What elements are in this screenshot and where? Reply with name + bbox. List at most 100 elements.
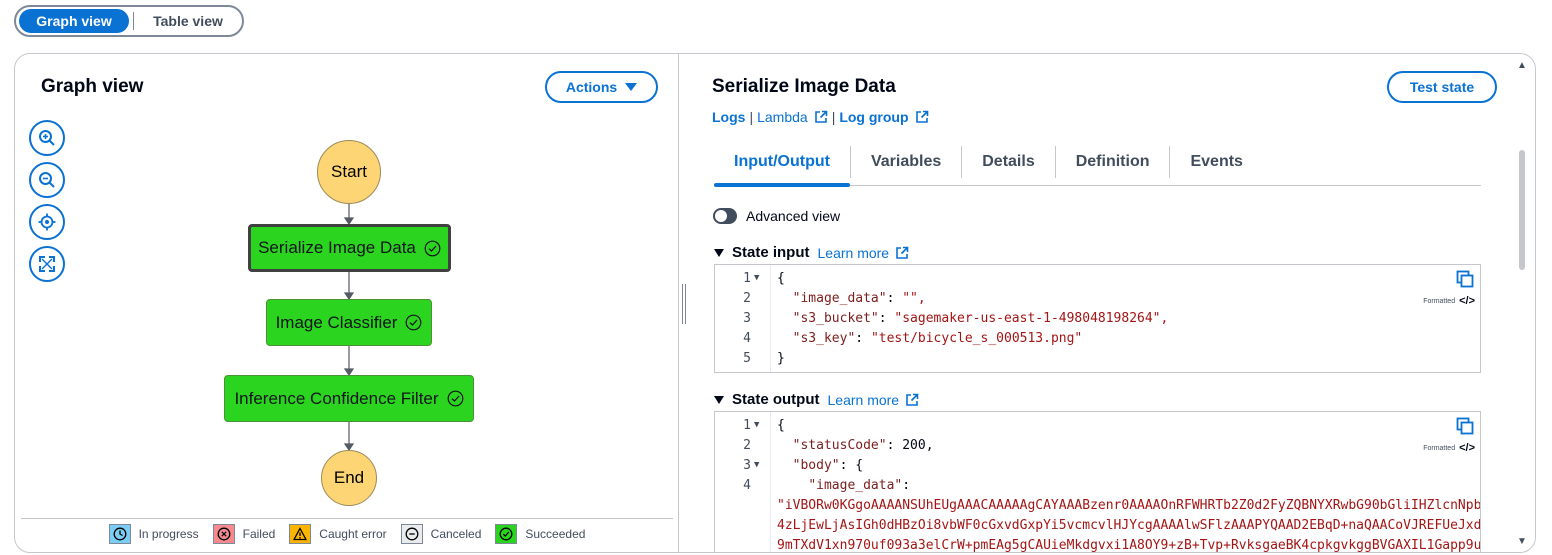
check-circle-icon [447, 390, 463, 407]
fold-icon[interactable]: ▼ [754, 420, 759, 430]
json-key: "s3_key" [792, 331, 856, 346]
logs-link[interactable]: Logs [712, 109, 745, 125]
graph-panel: Graph view Actions Start Serialize Image… [15, 54, 679, 552]
toggle-divider [133, 12, 134, 30]
resize-handle-icon[interactable] [681, 284, 687, 324]
caret-down-icon [714, 248, 724, 257]
legend-label: Failed [242, 527, 276, 541]
formatted-label: Formatted [1423, 444, 1456, 452]
state-input-heading: State input [732, 244, 810, 261]
lambda-link[interactable]: Lambda [757, 109, 828, 125]
end-node[interactable]: End [321, 450, 377, 506]
fold-icon[interactable]: ▼ [754, 460, 759, 470]
learn-more-link[interactable]: Learn more [828, 392, 920, 408]
json-value: "test/bicycle_s_000513.png" [870, 331, 1083, 346]
line-number: 3 [743, 311, 751, 326]
external-link-icon [915, 110, 928, 123]
copy-icon[interactable] [1456, 417, 1474, 435]
json-value: 200, [902, 438, 934, 453]
test-state-button[interactable]: Test state [1387, 71, 1497, 103]
state-output-code[interactable]: 1 ▼ { 2 "statusCode": 200, 3 ▼ "body": { 4… [714, 411, 1481, 552]
state-title: Serialize Image Data [712, 76, 896, 97]
code-line: "body": { [792, 458, 864, 473]
check-circle-icon [424, 240, 441, 256]
json-key: "image_data" [792, 291, 887, 306]
log-group-link-label: Log group [839, 109, 909, 125]
legend-canceled: Canceled [400, 524, 482, 544]
json-brace: { [855, 458, 864, 473]
legend-in-progress: In progress [108, 524, 199, 544]
learn-more-label: Learn more [817, 244, 890, 261]
json-value: "", [902, 291, 926, 306]
view-toggle: Graph view Table view [14, 5, 244, 37]
json-value: "sagemaker-us-east-1-498048198264", [894, 311, 1169, 326]
state-input-code[interactable]: 1 ▼ { 2 "image_data": "", 3 "s3_bucket": … [714, 264, 1481, 373]
line-number: 1 [743, 418, 751, 433]
link-separator: | [831, 109, 836, 125]
state-output-header[interactable]: State output Learn more [714, 391, 919, 408]
line-number: 2 [743, 291, 751, 306]
execution-panel: Graph view Actions Start Serialize Image… [14, 53, 1536, 553]
json-key: "s3_bucket" [792, 311, 879, 326]
copy-icon[interactable] [1456, 270, 1474, 288]
inference-confidence-filter-node[interactable]: Inference Confidence Filter [224, 375, 474, 422]
code-line: "s3_bucket": "sagemaker-us-east-1-498048… [792, 311, 1169, 326]
state-input-header[interactable]: State input Learn more [714, 244, 909, 261]
legend-failed: Failed [212, 524, 276, 544]
resource-links: Logs | Lambda | Log group [712, 109, 929, 125]
start-node[interactable]: Start [317, 140, 381, 204]
json-key: "statusCode" [792, 438, 887, 453]
code-line: "image_data": "", [792, 291, 926, 306]
advanced-view-toggle[interactable] [713, 208, 737, 224]
line-number: 4 [743, 331, 751, 346]
tab-events[interactable]: Events [1169, 145, 1262, 178]
code-line: { [777, 418, 785, 433]
scrollbar-thumb[interactable] [1519, 150, 1525, 270]
link-separator: | [749, 109, 754, 125]
external-link-icon [896, 246, 909, 259]
tab-input-output[interactable]: Input/Output [714, 146, 850, 187]
check-circle-icon [495, 524, 518, 544]
code-line: "image_data": [808, 478, 911, 493]
legend-succeeded: Succeeded [495, 524, 585, 544]
scroll-down-icon[interactable]: ▼ [1517, 536, 1527, 547]
graph-view-button[interactable]: Graph view [19, 9, 129, 33]
json-key: "body" [792, 458, 840, 473]
serialize-image-data-node[interactable]: Serialize Image Data [248, 224, 451, 272]
formatted-label: Formatted [1423, 297, 1456, 305]
legend-label: Canceled [430, 527, 482, 541]
x-circle-icon [212, 524, 235, 544]
line-number: 3 [743, 458, 751, 473]
caret-down-icon [714, 395, 724, 404]
scroll-up-icon[interactable]: ▲ [1517, 60, 1527, 71]
format-toggle[interactable]: Formatted </> [1423, 442, 1475, 454]
fold-icon[interactable]: ▼ [754, 273, 759, 283]
tab-variables[interactable]: Variables [849, 145, 961, 178]
tab-details[interactable]: Details [961, 145, 1054, 178]
code-line: } [777, 351, 785, 366]
status-legend: In progress Failed Caught error Canceled… [15, 523, 679, 545]
learn-more-link[interactable]: Learn more [818, 245, 910, 261]
external-link-icon [906, 393, 919, 406]
minus-circle-icon [400, 524, 423, 544]
state-output-heading: State output [732, 391, 820, 408]
code-line: "statusCode": 200, [792, 438, 934, 453]
legend-caught-error: Caught error [289, 524, 387, 544]
code-line-wrapped: 4zLjEwLjAsIGh0dHBzOi8vbWF0cGxvdGxpYi5vcm… [777, 518, 1481, 533]
tab-definition[interactable]: Definition [1054, 145, 1170, 178]
log-group-link[interactable]: Log group [839, 109, 928, 125]
json-key: "image_data" [808, 478, 903, 493]
panel-divider [678, 54, 679, 552]
legend-label: Caught error [319, 527, 387, 541]
image-classifier-node[interactable]: Image Classifier [266, 299, 432, 346]
line-number: 4 [743, 478, 751, 493]
check-circle-icon [406, 314, 422, 331]
format-toggle[interactable]: Formatted </> [1423, 295, 1475, 307]
clock-icon [108, 524, 131, 544]
state-detail-panel: Serialize Image Data Test state Logs | L… [693, 54, 1535, 552]
advanced-view-label: Advanced view [746, 208, 841, 224]
line-number: 5 [743, 351, 751, 366]
detail-tabs: Input/Output Variables Details Definitio… [714, 138, 1481, 187]
table-view-button[interactable]: Table view [138, 9, 238, 33]
legend-label: Succeeded [525, 527, 586, 541]
